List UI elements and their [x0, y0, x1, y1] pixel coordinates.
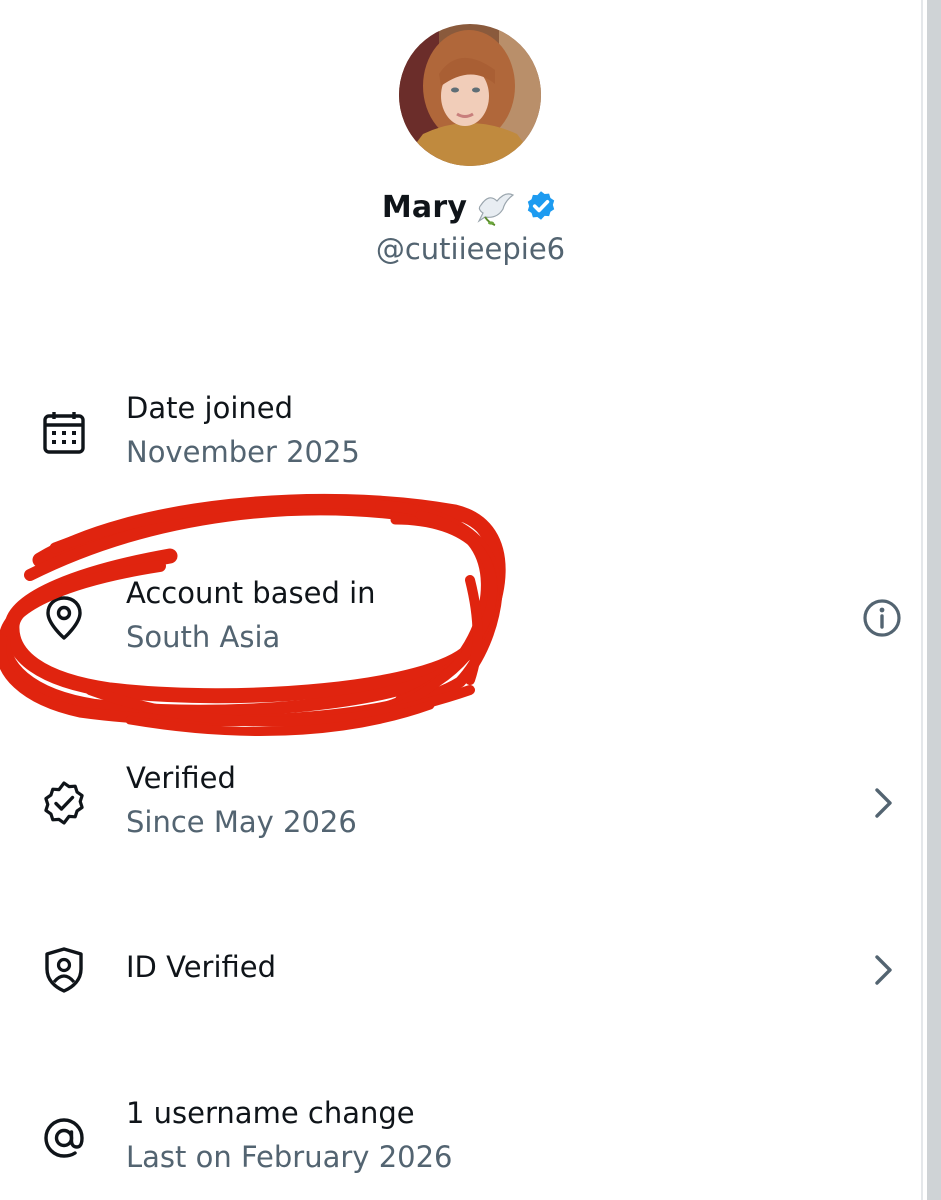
- dove-icon: [475, 187, 515, 227]
- row-subtitle: South Asia: [126, 620, 281, 654]
- row-account-based-in: Account based in South Asia: [0, 570, 921, 680]
- display-name: Mary: [381, 189, 468, 225]
- calendar-icon: [38, 407, 90, 459]
- row-id-verified[interactable]: ID Verified: [0, 930, 921, 1010]
- scrollbar-track[interactable]: [927, 0, 941, 1200]
- row-title: Date joined: [126, 391, 294, 425]
- chevron-right-icon[interactable]: [856, 777, 908, 829]
- at-sign-icon: [38, 1112, 90, 1164]
- row-subtitle: Last on February 2026: [126, 1140, 453, 1174]
- verified-seal-icon: [38, 777, 90, 829]
- id-shield-icon: [38, 944, 90, 996]
- username-handle: @cutiieepie6: [375, 232, 566, 266]
- row-subtitle: November 2025: [126, 435, 360, 469]
- row-date-joined: Date joined November 2025: [0, 385, 921, 495]
- row-subtitle: Since May 2026: [126, 805, 357, 839]
- profile-photo: [399, 24, 541, 166]
- row-verified[interactable]: Verified Since May 2026: [0, 755, 921, 865]
- location-pin-icon: [38, 592, 90, 644]
- chevron-right-icon[interactable]: [856, 944, 908, 996]
- about-account-page: Mary @cutiieepie6 Date joined November 2…: [0, 0, 941, 1200]
- row-username-changes: 1 username change Last on February 2026: [0, 1090, 921, 1200]
- row-title: 1 username change: [126, 1096, 415, 1130]
- info-icon[interactable]: [856, 592, 908, 644]
- row-title: Verified: [126, 761, 236, 795]
- row-title: Account based in: [126, 576, 376, 610]
- display-name-row: Mary: [0, 184, 941, 230]
- row-title: ID Verified: [126, 950, 277, 984]
- verified-badge-icon[interactable]: [523, 189, 559, 225]
- avatar[interactable]: [399, 24, 541, 166]
- page-divider: [921, 0, 923, 1200]
